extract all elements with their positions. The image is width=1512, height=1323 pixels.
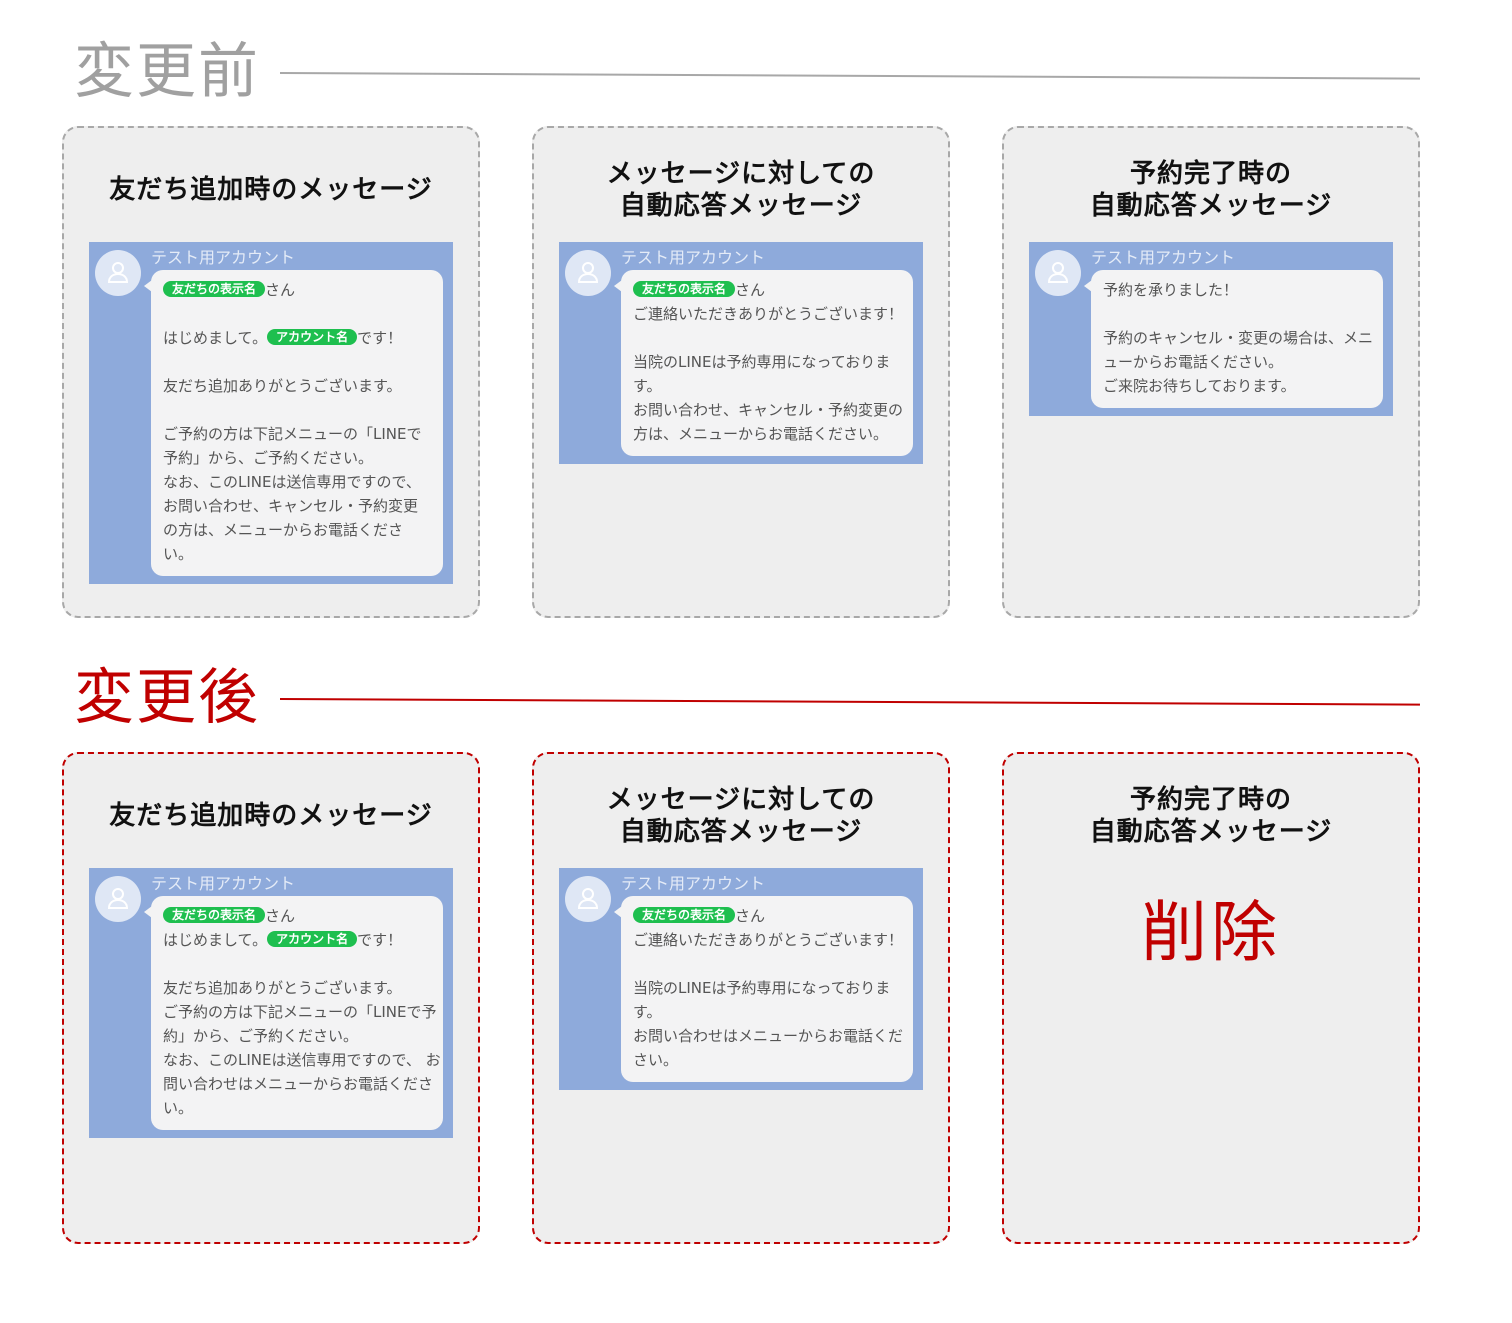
after-panel-friend-add: 友だち追加時のメッセージ テスト用アカウント 友だちの表示名 さん はじめまして。… — [62, 752, 480, 1244]
sender-name: テスト用アカウント — [151, 248, 296, 267]
deleted-label: 削除 — [1141, 894, 1281, 971]
message-bubble: 友だちの表示名 さん ご連絡いただきありがとうございます！ 当院のLINEは予約専… — [614, 270, 913, 456]
display-name-tag: 友だちの表示名 — [163, 907, 266, 923]
user-icon — [107, 888, 129, 909]
message-bubble: 友だちの表示名 さん ご連絡いただきありがとうございます！ 当院のLINEは予約専… — [614, 896, 913, 1082]
display-name-tag: 友だちの表示名 — [163, 281, 266, 297]
message-bubble: 予約を承りました！ 予約のキャンセル・変更の場合は、メニ ューからお電話ください… — [1084, 270, 1383, 408]
panel-title: 予約完了時の 自動応答メッセージ — [1089, 159, 1333, 221]
before-panel-reservation-complete: 予約完了時の 自動応答メッセージ テスト用アカウント 予約を承りました！ 予約の… — [1002, 126, 1420, 618]
display-name-tag: 友だちの表示名 — [633, 907, 736, 923]
account-name-tag: アカウント名 — [267, 931, 358, 947]
user-icon — [1047, 262, 1069, 283]
panel-title: メッセージに対しての 自動応答メッセージ — [606, 785, 876, 847]
account-name-tag: アカウント名 — [267, 329, 358, 345]
panel-title: 友だち追加時のメッセージ — [109, 175, 433, 205]
panel-title: 予約完了時の 自動応答メッセージ — [1089, 785, 1333, 847]
sender-name: テスト用アカウント — [621, 874, 766, 893]
sender-name: テスト用アカウント — [151, 874, 296, 893]
message-bubble: 友だちの表示名 さん はじめまして。 アカウント名 です！ 友だち追加ありがとうござい… — [144, 270, 443, 576]
panel-title: 友だち追加時のメッセージ — [109, 801, 433, 831]
sender-name: テスト用アカウント — [621, 248, 766, 267]
chat-preview: テスト用アカウント 友だちの表示名 さん ご連絡いただきありがとうございます！ 当… — [559, 868, 923, 1090]
chat-preview: テスト用アカウント 予約を承りました！ 予約のキャンセル・変更の場合は、メニ ュ… — [1029, 242, 1393, 416]
avatar — [95, 876, 141, 922]
message-bubble: 友だちの表示名 さん はじめまして。 アカウント名 です！ 友だち追加ありがとうござい… — [144, 896, 443, 1130]
panel-title: メッセージに対しての 自動応答メッセージ — [606, 159, 876, 221]
after-panel-reservation-complete: 予約完了時の 自動応答メッセージ 削除 — [1002, 752, 1420, 1244]
user-icon — [577, 262, 599, 283]
before-panel-friend-add: 友だち追加時のメッセージ テスト用アカウント 友だちの表示名 さん はじめまして。… — [62, 126, 480, 618]
avatar — [95, 250, 141, 296]
avatar — [565, 250, 611, 296]
before-heading: 変更前 — [74, 37, 260, 107]
after-divider — [279, 698, 1420, 706]
chat-preview: テスト用アカウント 友だちの表示名 さん はじめまして。 アカウント名 です！ 友だち… — [89, 868, 453, 1138]
user-icon — [107, 262, 129, 283]
user-icon — [577, 888, 599, 909]
before-divider — [279, 72, 1420, 80]
display-name-tag: 友だちの表示名 — [633, 281, 736, 297]
before-panel-auto-reply: メッセージに対しての 自動応答メッセージ テスト用アカウント 友だちの表示名 さん… — [532, 126, 950, 618]
after-heading: 変更後 — [74, 663, 260, 733]
avatar — [565, 876, 611, 922]
sender-name: テスト用アカウント — [1091, 248, 1236, 267]
after-panel-auto-reply: メッセージに対しての 自動応答メッセージ テスト用アカウント 友だちの表示名 さん… — [532, 752, 950, 1244]
chat-preview: テスト用アカウント 友だちの表示名 さん ご連絡いただきありがとうございます！ 当… — [559, 242, 923, 464]
chat-preview: テスト用アカウント 友だちの表示名 さん はじめまして。 アカウント名 です！ 友だち… — [89, 242, 453, 584]
avatar — [1035, 250, 1081, 296]
